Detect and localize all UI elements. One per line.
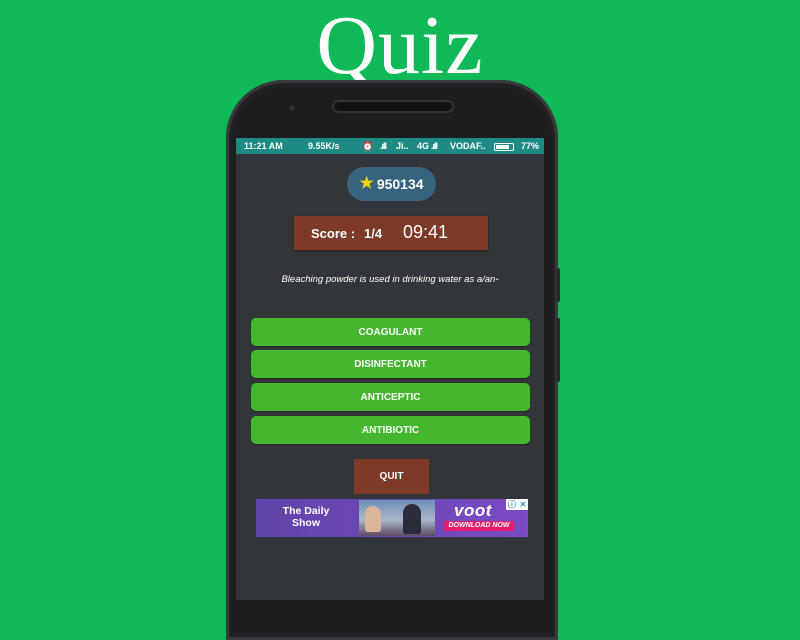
status-time: 11:21 AM — [244, 141, 283, 151]
status-carrier-1: Ji.. — [396, 141, 409, 151]
option-button-3[interactable]: ANTICEPTIC — [251, 383, 530, 411]
question-text: Bleaching powder is used in drinking wat… — [281, 274, 499, 285]
ad-brand-logo: voot — [454, 501, 492, 520]
status-carrier-2: VODAF.. — [450, 141, 486, 151]
status-bar: 11:21 AM 9.55K/s ⏰ .ıll Ji.. 4G .ıll VOD… — [236, 138, 544, 154]
quit-button[interactable]: QUIT — [354, 459, 429, 494]
status-battery: 77% — [521, 141, 540, 151]
option-button-1[interactable]: COAGULANT — [251, 318, 530, 346]
timer: 09:41 — [403, 222, 449, 242]
score-value: 1/4 — [364, 226, 383, 241]
phone-side-button — [556, 318, 560, 382]
alarm-icon: ⏰ — [362, 141, 374, 151]
ad-banner[interactable]: The Daily Show voot DOWNLOAD NOW ⓘ ✕ — [256, 499, 528, 537]
coin-count: 950134 — [376, 176, 424, 192]
status-network: 4G — [417, 141, 430, 151]
score-label: Score : — [311, 226, 356, 241]
ad-image — [359, 500, 435, 536]
phone-side-button — [556, 268, 560, 302]
score-panel: Score : 1/4 09:41 — [294, 216, 488, 250]
option-button-2[interactable]: DISINFECTANT — [251, 350, 530, 378]
earpiece-speaker — [334, 102, 452, 111]
battery-icon — [494, 143, 514, 151]
ad-title: The Daily Show — [282, 505, 330, 529]
close-icon[interactable]: ✕ — [519, 500, 526, 509]
coin-badge: ★ 950134 — [347, 167, 436, 201]
star-icon: ★ — [359, 175, 374, 192]
ad-close-icon[interactable]: ⓘ ✕ — [506, 499, 528, 510]
ad-info-icon[interactable]: ⓘ — [508, 499, 516, 510]
signal-icon: .ıll — [431, 141, 438, 151]
front-camera — [287, 103, 297, 113]
option-button-4[interactable]: ANTIBIOTIC — [251, 416, 530, 444]
ad-cta[interactable]: DOWNLOAD NOW — [444, 521, 514, 531]
signal-icon: .ıll — [380, 141, 387, 151]
phone-screen: 11:21 AM 9.55K/s ⏰ .ıll Ji.. 4G .ıll VOD… — [236, 138, 544, 600]
status-speed: 9.55K/s — [308, 141, 340, 151]
